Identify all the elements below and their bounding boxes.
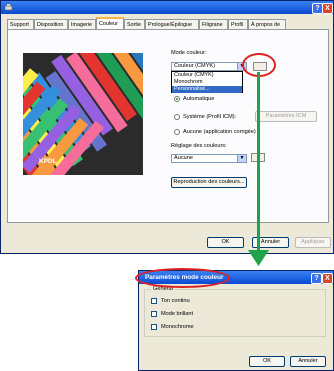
radio-automatique-label: Automatique (183, 96, 215, 102)
ok-button[interactable]: OK (207, 237, 244, 248)
close-icon[interactable]: X (322, 273, 333, 284)
icm-settings-button[interactable]: Paramètres ICM (255, 111, 317, 122)
radio-automatique[interactable] (174, 96, 180, 102)
annotation-arrow-head (248, 250, 269, 266)
checkbox-mode-brillant-label: Mode brillant (161, 311, 194, 317)
color-reproduction-button[interactable]: Reproduction des couleurs... (171, 177, 247, 188)
color-mode-option-cmyk[interactable]: Couleur (CMYK) (172, 72, 242, 79)
color-adjust-select[interactable]: Aucune ▼ (171, 154, 247, 163)
dialog-cancel-button[interactable]: Annuler (290, 356, 326, 367)
checkbox-ton-continu-label: Ton continu (161, 298, 190, 304)
color-mode-value: Couleur (CMYK) (174, 63, 216, 69)
color-adjust-label: Réglage des couleurs: (171, 143, 227, 149)
help-icon[interactable]: ? (311, 273, 322, 284)
tab-sortie[interactable]: Sortie (124, 19, 145, 29)
color-adjust-value: Aucune (174, 155, 193, 161)
tab-couleur[interactable]: Couleur (96, 17, 124, 29)
tab-prologue-epilogue[interactable]: Prologue/Épilogue (145, 19, 199, 29)
color-mode-dropdown-list: Couleur (CMYK) Monochrom Personnalisé... (171, 71, 243, 93)
color-mode-option-monochrom[interactable]: Monochrom (172, 79, 242, 86)
close-icon[interactable]: X (322, 3, 333, 14)
checkbox-mode-brillant[interactable] (151, 311, 157, 317)
checkbox-monochrome[interactable] (151, 324, 157, 330)
color-mode-label: Mode couleur: (171, 50, 207, 56)
radio-aucune-label: Aucune (application corrigée) (183, 129, 256, 135)
chevron-down-icon[interactable]: ▼ (237, 155, 246, 162)
tab-a-propos[interactable]: À propos de (248, 19, 286, 29)
crayons-preview-image (23, 53, 143, 175)
radio-aucune[interactable] (174, 129, 180, 135)
checkbox-ton-continu[interactable] (151, 298, 157, 304)
color-mode-option-personnalise[interactable]: Personnalisé... (172, 86, 242, 93)
tab-filigrane[interactable]: Filigrane (199, 19, 228, 29)
checkbox-monochrome-label: Monochrome (161, 324, 194, 330)
color-mode-select[interactable]: Couleur (CMYK) ▼ (171, 62, 247, 71)
tab-disposition[interactable]: Disposition (34, 19, 68, 29)
radio-systeme-icm[interactable] (174, 114, 180, 120)
radio-systeme-icm-label: Système (Profil ICM): (183, 114, 237, 120)
tab-profil[interactable]: Profil (228, 19, 248, 29)
tab-support[interactable]: Support (7, 19, 34, 29)
tab-imagerie[interactable]: Imagerie (68, 19, 96, 29)
printer-properties-window: ? X Support Disposition Imagerie Couleur… (0, 0, 334, 254)
annotation-arrow-line (257, 72, 260, 252)
crayons-illustration (23, 53, 143, 175)
dialog-ok-button[interactable]: OK (249, 356, 285, 367)
printer-app-icon (4, 3, 13, 11)
apply-button[interactable]: Appliquer (295, 237, 331, 248)
photo-caption: KPDL (39, 158, 57, 165)
highlight-ellipse-dialog-title (135, 268, 230, 288)
window-titlebar[interactable]: ? X (1, 1, 333, 14)
